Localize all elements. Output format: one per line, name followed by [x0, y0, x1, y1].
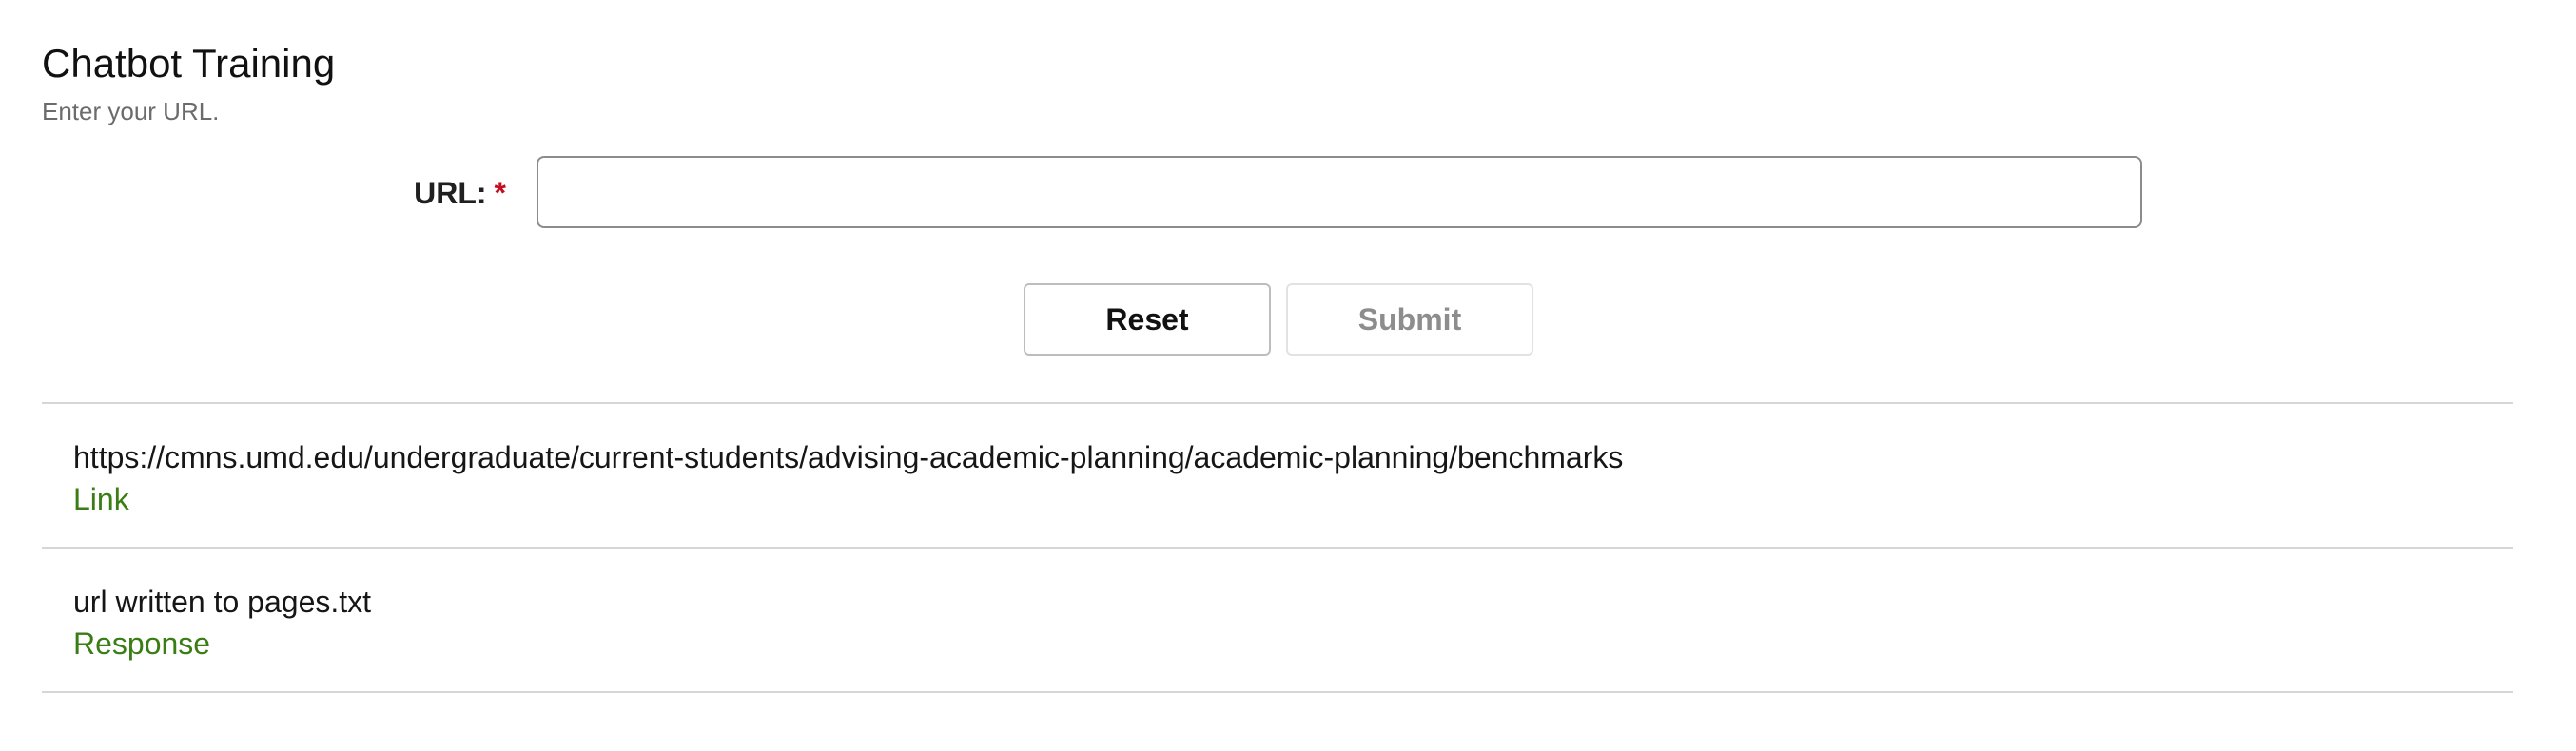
page-subtitle: Enter your URL. — [42, 97, 220, 125]
page-title: Chatbot Training — [42, 41, 336, 86]
required-marker: * — [494, 176, 506, 210]
result-kind-label: Link — [73, 482, 129, 516]
submit-button[interactable]: Submit — [1286, 283, 1533, 356]
url-field-label: URL: * — [414, 174, 506, 212]
list-item: https://cmns.umd.edu/undergraduate/curre… — [42, 404, 2513, 547]
list-item: url written to pages.txt Response — [42, 549, 2513, 691]
result-link-text: https://cmns.umd.edu/undergraduate/curre… — [73, 440, 1624, 474]
divider — [42, 691, 2513, 693]
result-response-text: url written to pages.txt — [73, 585, 372, 619]
reset-button[interactable]: Reset — [1024, 283, 1271, 356]
result-kind-label: Response — [73, 626, 211, 661]
url-label-text: URL: — [414, 176, 487, 210]
result-list: https://cmns.umd.edu/undergraduate/curre… — [42, 402, 2513, 693]
url-input[interactable] — [537, 156, 2142, 228]
